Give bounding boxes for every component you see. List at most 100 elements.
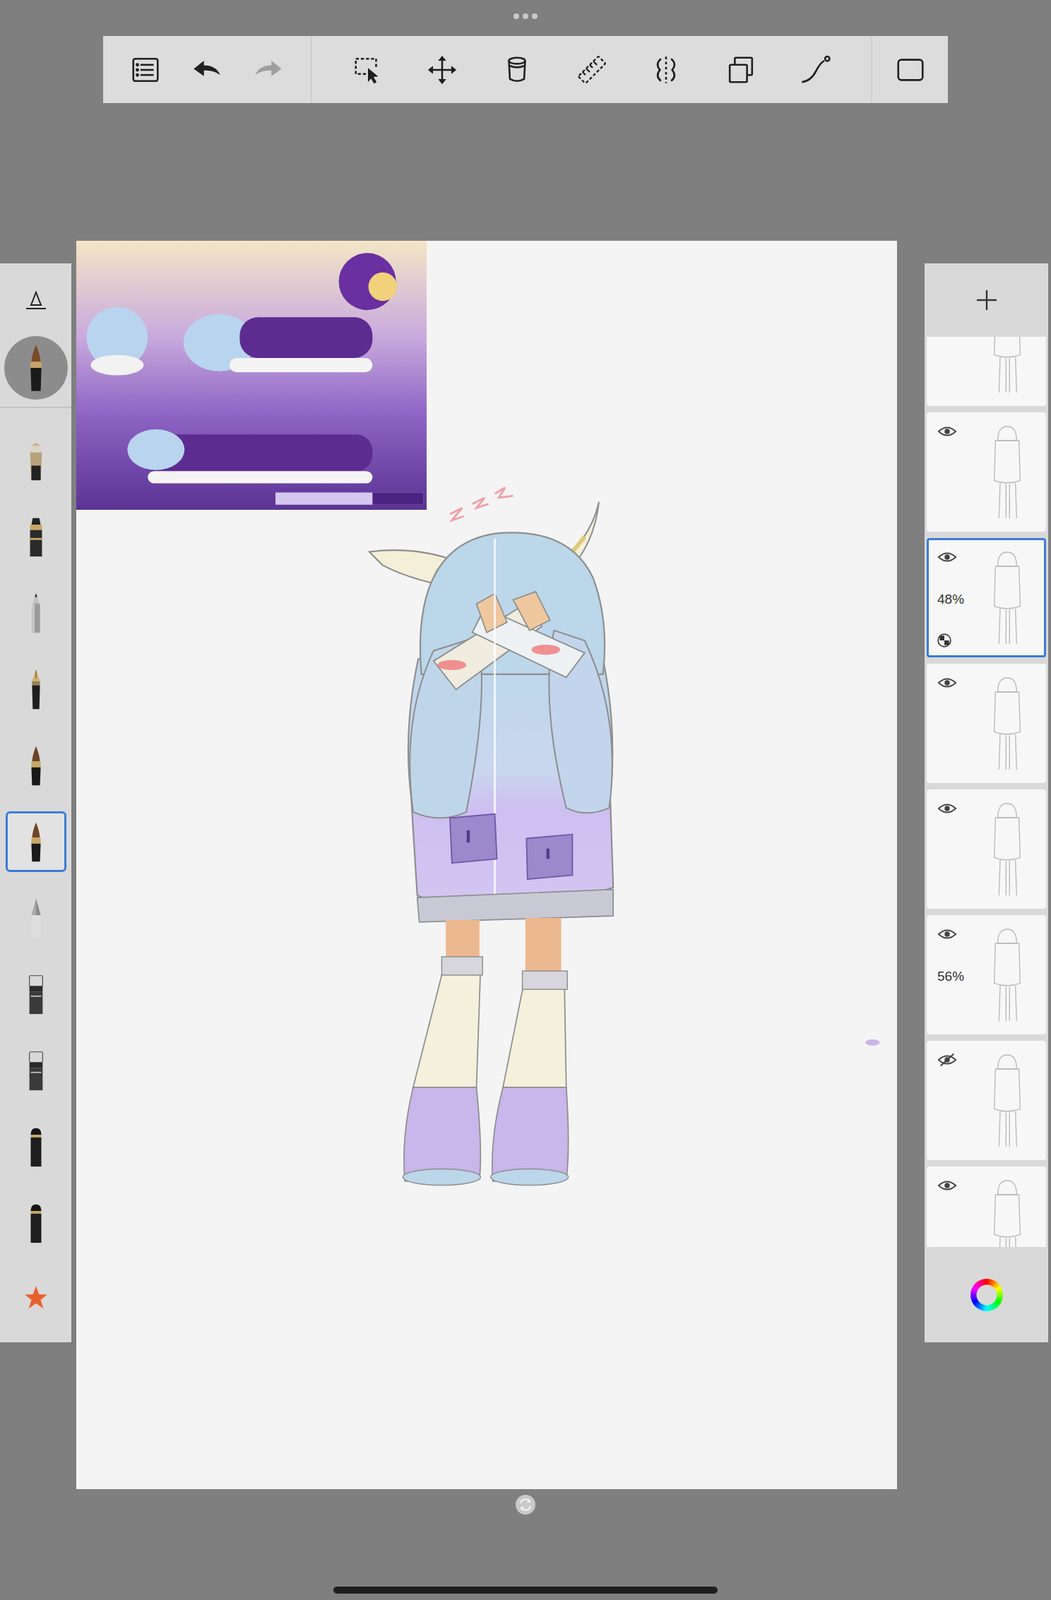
layer-thumbnail [978,336,1036,400]
brush-item[interactable] [5,1034,67,1108]
brush-item[interactable] [5,728,67,803]
eye-hidden-icon[interactable] [937,1053,958,1068]
brush-item[interactable] [5,500,67,574]
layer-thumbnail [978,671,1036,777]
rotate-canvas-icon[interactable] [514,1493,537,1517]
blender-icon [22,1202,50,1245]
ruler-button[interactable] [572,50,611,89]
undo-button[interactable] [187,50,227,89]
layer-thumbnail [978,796,1036,903]
eraser-icon [22,973,50,1016]
eye-icon[interactable] [937,1178,958,1193]
eye-icon[interactable] [937,550,958,565]
brush-item[interactable] [5,811,67,873]
workspace: 48% 56% [0,240,1051,1490]
brush-item[interactable] [5,1262,67,1337]
layer-item[interactable] [926,789,1047,910]
brush-item[interactable] [5,957,67,1032]
list-button[interactable] [126,50,165,89]
layer-item[interactable] [926,1041,1047,1161]
window-handle[interactable] [513,0,538,20]
blender-icon [22,1125,50,1169]
layer-thumbnail [978,922,1036,1029]
pen-icon [22,668,50,711]
list-icon [129,53,162,87]
fill-icon [500,53,534,87]
fullscreen-icon [894,53,927,87]
drawing-canvas[interactable] [76,240,898,1490]
paintbrush-icon [22,820,50,864]
toolbar [103,36,948,104]
add-layer-icon[interactable] [974,287,1000,313]
brush-settings [0,263,72,409]
alpha-lock-icon[interactable] [937,633,952,648]
eye-icon[interactable] [937,801,958,816]
eraser-icon [22,1049,50,1092]
color-wheel-icon[interactable] [970,1279,1003,1312]
favorites-icon [22,1278,50,1321]
symmetry-icon [649,53,683,87]
brush-item[interactable] [5,1110,67,1184]
handle-dot [522,13,529,20]
tool-group [312,36,873,104]
shapes-icon [724,53,758,87]
layer-item[interactable] [926,663,1047,784]
reference-art [76,240,427,510]
layer-thumbnail [978,1173,1036,1249]
chisel-icon [22,897,50,940]
brush-item[interactable] [5,881,67,955]
layer-item[interactable]: 48% [926,538,1047,658]
transform-icon [425,53,459,87]
pencil-icon [22,591,50,635]
shapes-button[interactable] [721,50,760,89]
tool-group [872,36,948,104]
tool-group [103,36,313,104]
brush-list [0,408,72,1338]
layer-item[interactable] [926,1166,1047,1248]
brush-item[interactable] [5,423,67,498]
reference-image [76,240,427,510]
undo-icon [190,53,224,87]
color-row [924,1247,1049,1343]
redo-icon [252,53,285,87]
brush-item[interactable] [5,576,67,650]
stroke-icon [798,53,832,87]
brush-item[interactable] [5,1186,67,1261]
layer-list: 48% 56% [924,336,1049,1248]
fullscreen-button[interactable] [891,50,930,89]
marker-icon [22,515,50,558]
stroke-button[interactable] [796,50,835,89]
select-icon [351,53,385,87]
symmetry-button[interactable] [646,50,686,89]
handle-dot [531,13,538,20]
home-indicator[interactable] [333,1587,718,1595]
layer-thumbnail [978,545,1036,652]
paintbrush-icon [20,343,52,393]
fill-button[interactable] [497,50,537,89]
bottom-area [0,1489,1051,1595]
layer-thumbnail [978,1048,1036,1155]
layer-opacity: 56% [937,969,965,985]
eye-icon[interactable] [937,927,958,942]
layer-item[interactable] [926,336,1047,407]
brush-properties-icon[interactable] [21,286,51,316]
current-brush-button[interactable] [4,336,68,400]
add-layer-row [924,263,1049,337]
layer-item[interactable] [926,412,1047,532]
eye-icon[interactable] [937,424,958,439]
eye-icon[interactable] [937,675,958,691]
layer-opacity: 48% [937,591,965,608]
redo-button[interactable] [249,50,288,89]
airbrush-icon [22,439,50,482]
sketch-app: 48% 56% [0,0,1051,1600]
brush-panel [0,263,72,1343]
brush-item[interactable] [5,652,67,727]
layers-panel: 48% 56% [924,263,1049,1343]
handle-dot [513,13,520,20]
select-button[interactable] [348,50,388,89]
layer-item[interactable]: 56% [926,915,1047,1035]
layer-thumbnail [978,419,1036,526]
paintbrush-icon [22,744,50,787]
handle-row [0,0,1051,37]
transform-button[interactable] [423,50,462,89]
